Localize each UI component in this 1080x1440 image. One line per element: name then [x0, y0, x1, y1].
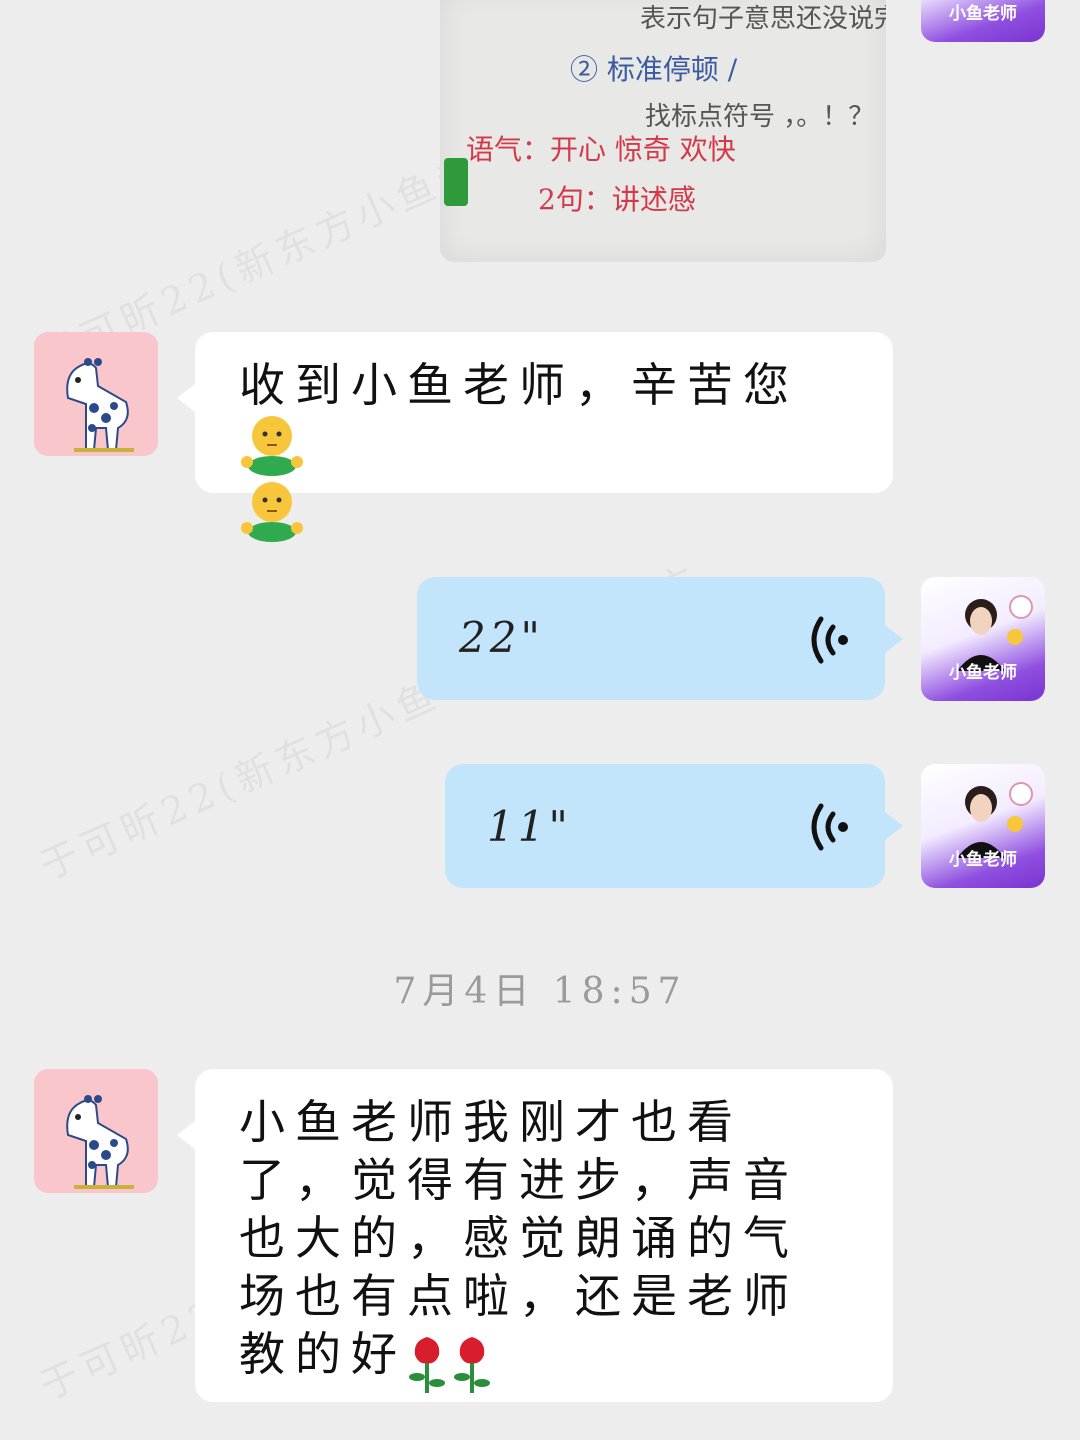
teacher-avatar[interactable]: 小鱼老师: [921, 764, 1045, 888]
friend-avatar[interactable]: [34, 332, 158, 456]
whiteboard-text: 表示句子意思还没说完: [640, 4, 886, 34]
message-bubble-incoming[interactable]: 收到小鱼老师，辛苦您: [177, 332, 893, 542]
voice-wave-icon: [811, 616, 848, 664]
voice-wave-icon: [811, 803, 848, 851]
eraser: [444, 158, 468, 206]
whiteboard-text: 语气：开心 惊奇 欢快: [466, 133, 736, 166]
teacher-avatar[interactable]: 小鱼老师: [921, 0, 1045, 42]
voice-duration: 22": [459, 613, 544, 662]
avatar-caption: 小鱼老师: [949, 663, 1017, 683]
message-text: 小鱼老师我刚才也看了，觉得有进步，声音也大的，感觉朗诵的气场也有点啦，还是老师教…: [239, 1095, 799, 1381]
voice-message-bubble[interactable]: 11": [445, 764, 903, 888]
shrug-emoji-icon: [239, 480, 305, 546]
shrug-emoji-icon: [239, 414, 305, 480]
message-text: 收到小鱼老师，辛苦您: [239, 358, 799, 412]
whiteboard-text: ② 标准停顿 /: [570, 53, 738, 86]
image-message-whiteboard[interactable]: 表示句子意思还没说完 ② 标准停顿 / 找标点符号 ，。！？ 语气：开心 惊奇 …: [440, 0, 886, 262]
rose-emoji-icon: [452, 1333, 492, 1399]
giraffe-icon: [66, 358, 134, 452]
avatar-caption: 小鱼老师: [949, 4, 1017, 24]
giraffe-icon: [66, 1095, 134, 1189]
timestamp-separator: 7月4日 18:57: [393, 971, 687, 1012]
teacher-avatar[interactable]: 小鱼老师: [921, 577, 1045, 701]
whiteboard-text: 2句：讲述感: [538, 183, 696, 216]
message-bubble-incoming[interactable]: 小鱼老师我刚才也看了，觉得有进步，声音也大的，感觉朗诵的气场也有点啦，还是老师教…: [177, 1069, 893, 1402]
friend-avatar[interactable]: [34, 1069, 158, 1193]
rose-emoji-icon: [407, 1333, 447, 1399]
voice-message-bubble[interactable]: 22": [417, 577, 903, 700]
voice-duration: 11": [487, 802, 572, 851]
avatar-caption: 小鱼老师: [949, 850, 1017, 870]
